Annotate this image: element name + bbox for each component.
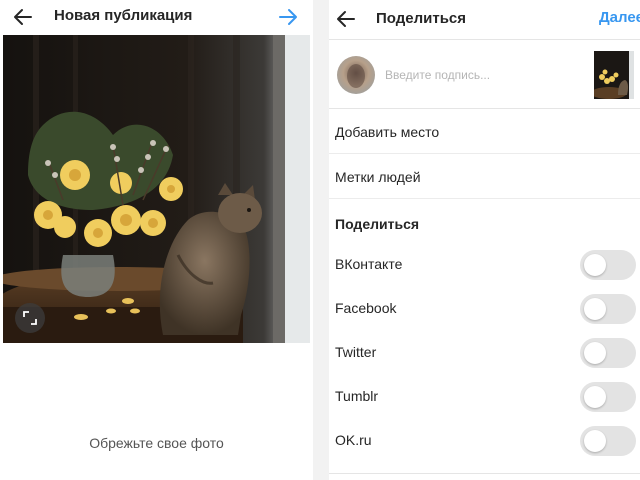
- share-screen: Поделиться Далее Добавить место Метки лю…: [329, 0, 640, 480]
- share-row-twitter: Twitter: [329, 331, 640, 375]
- share-row-okru: OK.ru: [329, 419, 640, 463]
- next-button[interactable]: Далее: [599, 9, 640, 26]
- photo-crop-area[interactable]: [3, 35, 310, 343]
- new-post-screen: Новая публикация Обрежьте свое фото: [0, 0, 313, 480]
- screen-divider: [313, 0, 329, 480]
- tag-people-row[interactable]: Метки людей: [329, 155, 640, 199]
- share-row-vk: ВКонтакте: [329, 243, 640, 287]
- toggle-knob: [584, 342, 606, 364]
- expand-button[interactable]: [15, 303, 45, 333]
- share-label-tumblr: Tumblr: [335, 388, 379, 404]
- toggle-knob: [584, 430, 606, 452]
- share-label-facebook: Facebook: [335, 300, 397, 316]
- caption-row: [329, 41, 640, 109]
- crop-hint: Обрежьте свое фото: [89, 435, 224, 451]
- toggle-knob: [584, 298, 606, 320]
- toggle-okru[interactable]: [580, 426, 636, 456]
- toggle-facebook[interactable]: [580, 294, 636, 324]
- share-row-tumblr: Tumblr: [329, 375, 640, 419]
- tag-people-label: Метки людей: [335, 169, 421, 185]
- page-title: Новая публикация: [54, 7, 193, 24]
- back-arrow-icon[interactable]: [12, 6, 34, 28]
- divider: [329, 473, 640, 474]
- new-post-header: Новая публикация: [0, 0, 313, 34]
- share-section-title: Поделиться: [335, 216, 420, 232]
- add-location-row[interactable]: Добавить место: [329, 110, 640, 154]
- page-title: Поделиться: [376, 10, 467, 27]
- share-label-twitter: Twitter: [335, 344, 377, 360]
- back-arrow-icon[interactable]: [335, 8, 357, 30]
- caption-input[interactable]: [385, 68, 585, 82]
- toggle-twitter[interactable]: [580, 338, 636, 368]
- share-row-facebook: Facebook: [329, 287, 640, 331]
- expand-icon: [23, 311, 37, 325]
- photo-preview: [3, 35, 310, 343]
- share-header: Поделиться Далее: [329, 0, 640, 40]
- share-label-vk: ВКонтакте: [335, 256, 403, 272]
- next-arrow-icon[interactable]: [277, 6, 299, 28]
- toggle-vk[interactable]: [580, 250, 636, 280]
- avatar: [337, 56, 375, 94]
- photo-thumbnail: [594, 51, 634, 99]
- share-label-okru: OK.ru: [335, 432, 372, 448]
- toggle-tumblr[interactable]: [580, 382, 636, 412]
- add-location-label: Добавить место: [335, 124, 440, 140]
- toggle-knob: [584, 386, 606, 408]
- toggle-knob: [584, 254, 606, 276]
